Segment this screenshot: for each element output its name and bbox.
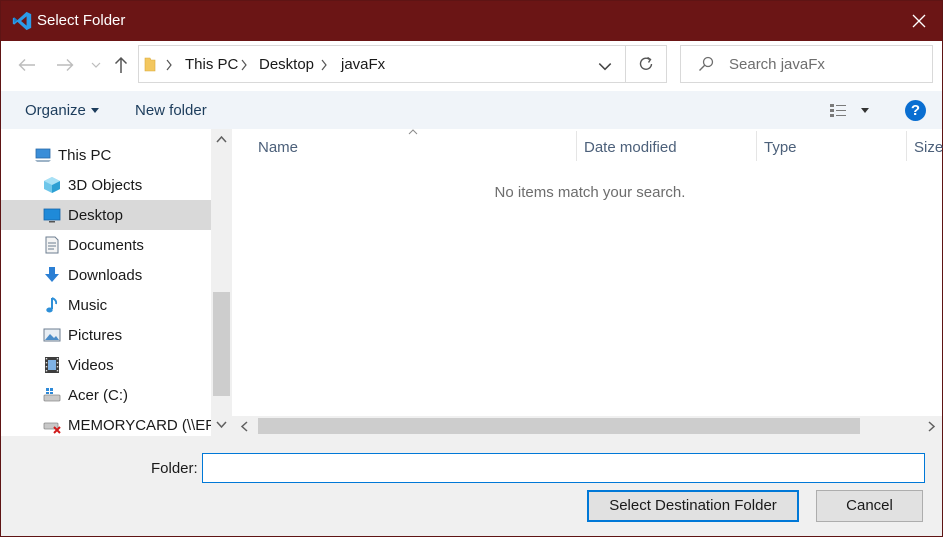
column-header-type[interactable]: Type — [764, 139, 797, 156]
caret-down-icon — [91, 108, 99, 113]
arrow-right-icon — [57, 59, 74, 71]
nav-pane-scrollbar[interactable] — [211, 129, 232, 436]
scroll-right-icon[interactable] — [928, 421, 936, 432]
close-button[interactable] — [896, 1, 942, 41]
nav-item-label: Documents — [68, 237, 144, 254]
nav-item-music[interactable]: Music — [1, 290, 211, 320]
view-list-icon[interactable] — [829, 102, 847, 118]
downloads-icon — [45, 267, 59, 282]
music-icon — [46, 297, 58, 313]
folder-icon — [144, 57, 156, 72]
nav-item-videos[interactable]: Videos — [1, 350, 211, 380]
chevron-down-icon — [91, 62, 101, 68]
computer-icon — [35, 148, 51, 162]
3d-objects-icon — [44, 177, 60, 193]
column-divider[interactable] — [906, 131, 907, 161]
breadcrumb-separator-icon — [239, 58, 249, 72]
column-divider[interactable] — [576, 131, 577, 161]
forward-button[interactable] — [54, 54, 76, 76]
scrollbar-thumb[interactable] — [213, 292, 230, 396]
search-icon — [699, 56, 714, 71]
nav-item-label: Music — [68, 297, 108, 314]
nav-item-label: Desktop — [68, 207, 124, 224]
desktop-icon — [43, 208, 61, 223]
refresh-icon — [639, 56, 653, 70]
back-button[interactable] — [16, 54, 38, 76]
column-header-date-modified[interactable]: Date modified — [584, 139, 677, 156]
refresh-button[interactable] — [625, 45, 667, 83]
videos-icon — [45, 357, 59, 373]
vscode-icon — [12, 11, 32, 31]
folder-input[interactable] — [202, 453, 925, 483]
sort-ascending-icon — [408, 129, 418, 135]
nav-item-label: This PC — [58, 147, 112, 164]
recent-locations-button[interactable] — [85, 54, 107, 76]
breadcrumb-desktop[interactable]: Desktop — [259, 56, 314, 73]
search-box[interactable] — [680, 45, 933, 83]
nav-item-label: MEMORYCARD (\\EPS — [68, 417, 226, 434]
file-list: Name Date modified Type Size No items ma… — [232, 129, 943, 436]
command-bar: Organize New folder ? — [1, 91, 942, 129]
organize-menu[interactable]: Organize — [25, 102, 86, 119]
nav-item-documents[interactable]: Documents — [1, 230, 211, 260]
nav-item-downloads[interactable]: Downloads — [1, 260, 211, 290]
scroll-up-icon[interactable] — [216, 135, 227, 143]
column-header-name[interactable]: Name — [258, 139, 298, 156]
nav-item-label: Downloads — [68, 267, 143, 284]
cancel-button[interactable]: Cancel — [816, 490, 923, 522]
folder-label: Folder: — [151, 460, 198, 477]
column-divider[interactable] — [756, 131, 757, 161]
up-button[interactable] — [110, 54, 132, 76]
select-destination-folder-button[interactable]: Select Destination Folder — [587, 490, 799, 522]
scroll-down-icon[interactable] — [216, 421, 227, 429]
search-input[interactable] — [729, 54, 919, 74]
address-dropdown-icon[interactable] — [597, 59, 613, 75]
drive-icon — [43, 388, 61, 402]
nav-item-this-pc[interactable]: This PC — [1, 140, 211, 170]
nav-item-label: Pictures — [68, 327, 123, 344]
breadcrumb-javafx[interactable]: javaFx — [341, 56, 385, 73]
nav-item-label: 3D Objects — [68, 177, 143, 194]
close-icon — [912, 14, 926, 28]
select-folder-dialog: Select Folder This PC Desktop javaFx Sea… — [0, 0, 943, 537]
breadcrumb-this-pc[interactable]: This PC — [185, 56, 238, 73]
nav-item-acer-c[interactable]: Acer (C:) — [1, 380, 211, 410]
nav-item-desktop[interactable]: Desktop — [1, 200, 211, 230]
new-folder-button[interactable]: New folder — [135, 102, 207, 119]
network-drive-disconnected-icon — [43, 422, 61, 434]
pictures-icon — [43, 328, 61, 342]
empty-message: No items match your search. — [494, 184, 686, 201]
view-options-caret-icon[interactable] — [861, 108, 869, 113]
window-title: Select Folder — [37, 12, 126, 29]
nav-item-label: Videos — [68, 357, 114, 374]
breadcrumb-separator-icon — [319, 58, 329, 72]
documents-icon — [45, 236, 59, 254]
address-row: This PC Desktop javaFx — [1, 41, 942, 91]
file-list-horizontal-scrollbar[interactable] — [232, 416, 942, 436]
nav-item-3d-objects[interactable]: 3D Objects — [1, 170, 211, 200]
address-bar[interactable]: This PC Desktop javaFx — [138, 45, 625, 83]
scrollbar-thumb[interactable] — [258, 418, 860, 434]
navigation-pane: This PC 3D Objects Desktop Documents Dow… — [1, 129, 232, 436]
arrow-left-icon — [18, 59, 35, 71]
title-bar: Select Folder — [1, 1, 942, 41]
column-header-size[interactable]: Size — [914, 139, 943, 156]
help-icon[interactable]: ? — [905, 100, 926, 121]
scroll-left-icon[interactable] — [240, 421, 248, 432]
breadcrumb-separator-icon — [164, 58, 174, 72]
arrow-up-icon — [114, 56, 128, 73]
nav-item-pictures[interactable]: Pictures — [1, 320, 211, 350]
dialog-footer: Folder: Select Destination Folder Cancel — [1, 436, 942, 536]
nav-item-label: Acer (C:) — [68, 387, 128, 404]
nav-item-memorycard[interactable]: MEMORYCARD (\\EPS — [1, 410, 225, 436]
